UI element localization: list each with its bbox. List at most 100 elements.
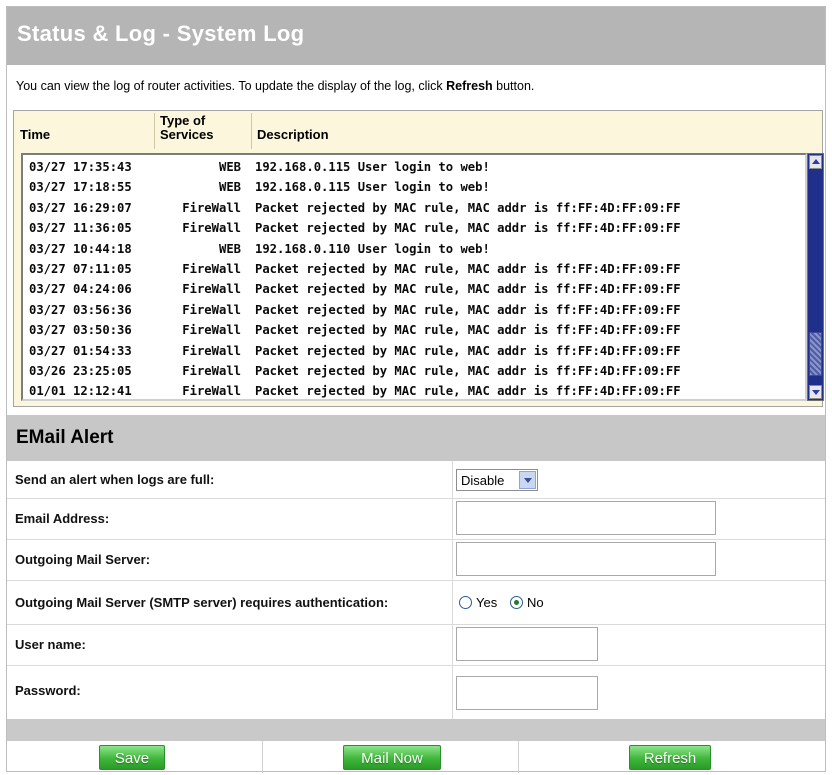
button-row: Save Mail Now Refresh bbox=[7, 741, 825, 773]
row-divider bbox=[452, 580, 453, 624]
intro-text-before: You can view the log of router activitie… bbox=[16, 79, 447, 93]
log-entry: 01/01 12:12:41 FireWall Packet rejected by… bbox=[29, 381, 801, 399]
row-divider bbox=[452, 461, 453, 498]
mail-now-button[interactable]: Mail Now bbox=[343, 745, 441, 770]
arrow-up-icon bbox=[812, 159, 820, 164]
log-entry-time: 03/27 17:35:43 bbox=[29, 160, 132, 174]
scroll-thumb[interactable] bbox=[809, 332, 822, 376]
button-cell-refresh: Refresh bbox=[519, 741, 825, 773]
log-textarea[interactable]: 03/27 17:35:43 WEB 192.168.0.115 User logi… bbox=[21, 153, 807, 401]
username-input[interactable] bbox=[456, 627, 598, 661]
log-entry-description: Packet rejected by MAC rule, MAC addr is… bbox=[255, 261, 681, 276]
log-entry-description: Packet rejected by MAC rule, MAC addr is… bbox=[255, 363, 681, 378]
form-row-email-address: Email Address: bbox=[7, 498, 825, 540]
log-scrollbar[interactable] bbox=[807, 153, 824, 401]
smtp-auth-label: Outgoing Mail Server (SMTP server) requi… bbox=[15, 595, 389, 610]
log-entry-description: Packet rejected by MAC rule, MAC addr is… bbox=[255, 302, 681, 317]
email-alert-section-bar: EMail Alert bbox=[7, 415, 825, 461]
log-entry: 03/27 17:35:43 WEB 192.168.0.115 User logi… bbox=[29, 157, 801, 177]
title-bar: Status & Log - System Log bbox=[7, 7, 825, 65]
log-entry-description: 192.168.0.110 User login to web! bbox=[255, 241, 490, 256]
auth-yes-radio[interactable] bbox=[459, 596, 472, 609]
log-entry-service: FireWall bbox=[182, 363, 241, 378]
row-divider bbox=[452, 498, 453, 539]
auth-yes-label: Yes bbox=[476, 595, 498, 610]
log-entry-description: Packet rejected by MAC rule, MAC addr is… bbox=[255, 323, 681, 338]
send-alert-selected-value: Disable bbox=[461, 473, 505, 488]
column-header-type-line1: Type of bbox=[160, 113, 206, 128]
password-label: Password: bbox=[15, 683, 81, 698]
log-entry: 03/27 01:54:33 FireWall Packet rejected by… bbox=[29, 341, 801, 361]
send-alert-label: Send an alert when logs are full: bbox=[15, 472, 215, 487]
column-header-description: Description bbox=[257, 127, 329, 142]
log-entry-time: 03/27 03:50:36 bbox=[29, 323, 132, 338]
log-entry-service: FireWall bbox=[182, 343, 241, 358]
row-divider bbox=[452, 539, 453, 580]
log-entry-service: FireWall bbox=[182, 323, 241, 338]
log-entry-time: 03/26 23:25:05 bbox=[29, 363, 132, 378]
password-input[interactable] bbox=[456, 676, 598, 710]
system-log-panel: Time Type of Services Description 03/27 1… bbox=[13, 110, 824, 407]
log-entry-time: 03/27 03:56:36 bbox=[29, 302, 132, 317]
log-entry-service: FireWall bbox=[182, 384, 241, 399]
log-entry-description: Packet rejected by MAC rule, MAC addr is… bbox=[255, 384, 681, 399]
arrow-down-icon bbox=[812, 390, 820, 395]
row-divider bbox=[452, 624, 453, 665]
mail-server-label: Outgoing Mail Server: bbox=[15, 552, 151, 567]
log-entry-service: FireWall bbox=[182, 261, 241, 276]
column-divider bbox=[154, 113, 155, 149]
scroll-up-button[interactable] bbox=[809, 155, 822, 169]
log-entry: 03/27 11:36:05 FireWall Packet rejected by… bbox=[29, 218, 801, 238]
log-entry: 03/27 10:44:18 WEB 192.168.0.110 User logi… bbox=[29, 239, 801, 259]
log-entry-description: 192.168.0.115 User login to web! bbox=[255, 180, 490, 195]
log-entry-time: 03/27 01:54:33 bbox=[29, 343, 132, 358]
form-row-password: Password: bbox=[7, 665, 825, 719]
system-log-page: Status & Log - System Log You can view t… bbox=[6, 6, 826, 773]
log-entry: 03/27 03:50:36 FireWall Packet rejected by… bbox=[29, 320, 801, 340]
log-entry-service: FireWall bbox=[182, 221, 241, 236]
log-table-header: Time Type of Services Description bbox=[14, 111, 822, 151]
log-entry-service: WEB bbox=[218, 160, 241, 174]
chevron-down-icon[interactable] bbox=[519, 471, 536, 489]
log-entry: 03/27 03:56:36 FireWall Packet rejected by… bbox=[29, 300, 801, 320]
username-label: User name: bbox=[15, 637, 86, 652]
dropdown-triangle bbox=[524, 478, 532, 483]
log-entry-time: 03/27 11:36:05 bbox=[29, 221, 132, 236]
log-entry-time: 03/27 04:24:06 bbox=[29, 282, 132, 297]
form-row-send-alert: Send an alert when logs are full: Disabl… bbox=[7, 461, 825, 499]
log-lines: 03/27 17:35:43 WEB 192.168.0.115 User logi… bbox=[29, 157, 801, 399]
email-alert-title: EMail Alert bbox=[16, 427, 114, 448]
save-button[interactable]: Save bbox=[99, 745, 165, 770]
intro-refresh-word: Refresh bbox=[446, 79, 493, 93]
scroll-down-button[interactable] bbox=[809, 385, 822, 399]
intro-text: You can view the log of router activitie… bbox=[16, 79, 534, 93]
log-entry-time: 03/27 16:29:07 bbox=[29, 200, 132, 215]
log-entry: 03/27 16:29:07 FireWall Packet rejected by… bbox=[29, 198, 801, 218]
email-address-label: Email Address: bbox=[15, 511, 110, 526]
mail-server-input[interactable] bbox=[456, 542, 716, 576]
log-entry-description: Packet rejected by MAC rule, MAC addr is… bbox=[255, 343, 681, 358]
form-row-mail-server: Outgoing Mail Server: bbox=[7, 539, 825, 581]
column-header-type-line2: Services bbox=[160, 127, 214, 142]
refresh-button[interactable]: Refresh bbox=[629, 745, 711, 770]
form-row-username: User name: bbox=[7, 624, 825, 666]
column-header-type: Type of Services bbox=[160, 114, 240, 142]
email-address-input[interactable] bbox=[456, 501, 716, 535]
log-entry-service: WEB bbox=[218, 241, 241, 256]
log-entry-service: FireWall bbox=[182, 282, 241, 297]
log-entry-service: FireWall bbox=[182, 302, 241, 317]
log-entry-service: FireWall bbox=[182, 200, 241, 215]
page-title: Status & Log - System Log bbox=[17, 21, 305, 46]
send-alert-select[interactable]: Disable bbox=[456, 469, 538, 491]
button-cell-mail-now: Mail Now bbox=[263, 741, 519, 773]
form-row-smtp-auth: Outgoing Mail Server (SMTP server) requi… bbox=[7, 580, 825, 625]
row-divider bbox=[452, 665, 453, 719]
footer-separator-band bbox=[7, 719, 825, 741]
log-entry-time: 03/27 10:44:18 bbox=[29, 241, 132, 256]
auth-no-radio[interactable] bbox=[510, 596, 523, 609]
log-entry-description: Packet rejected by MAC rule, MAC addr is… bbox=[255, 200, 681, 215]
log-entry-description: 192.168.0.115 User login to web! bbox=[255, 160, 490, 174]
column-divider bbox=[251, 113, 252, 149]
log-entry-description: Packet rejected by MAC rule, MAC addr is… bbox=[255, 221, 681, 236]
log-entry-time: 03/27 17:18:55 bbox=[29, 180, 132, 195]
